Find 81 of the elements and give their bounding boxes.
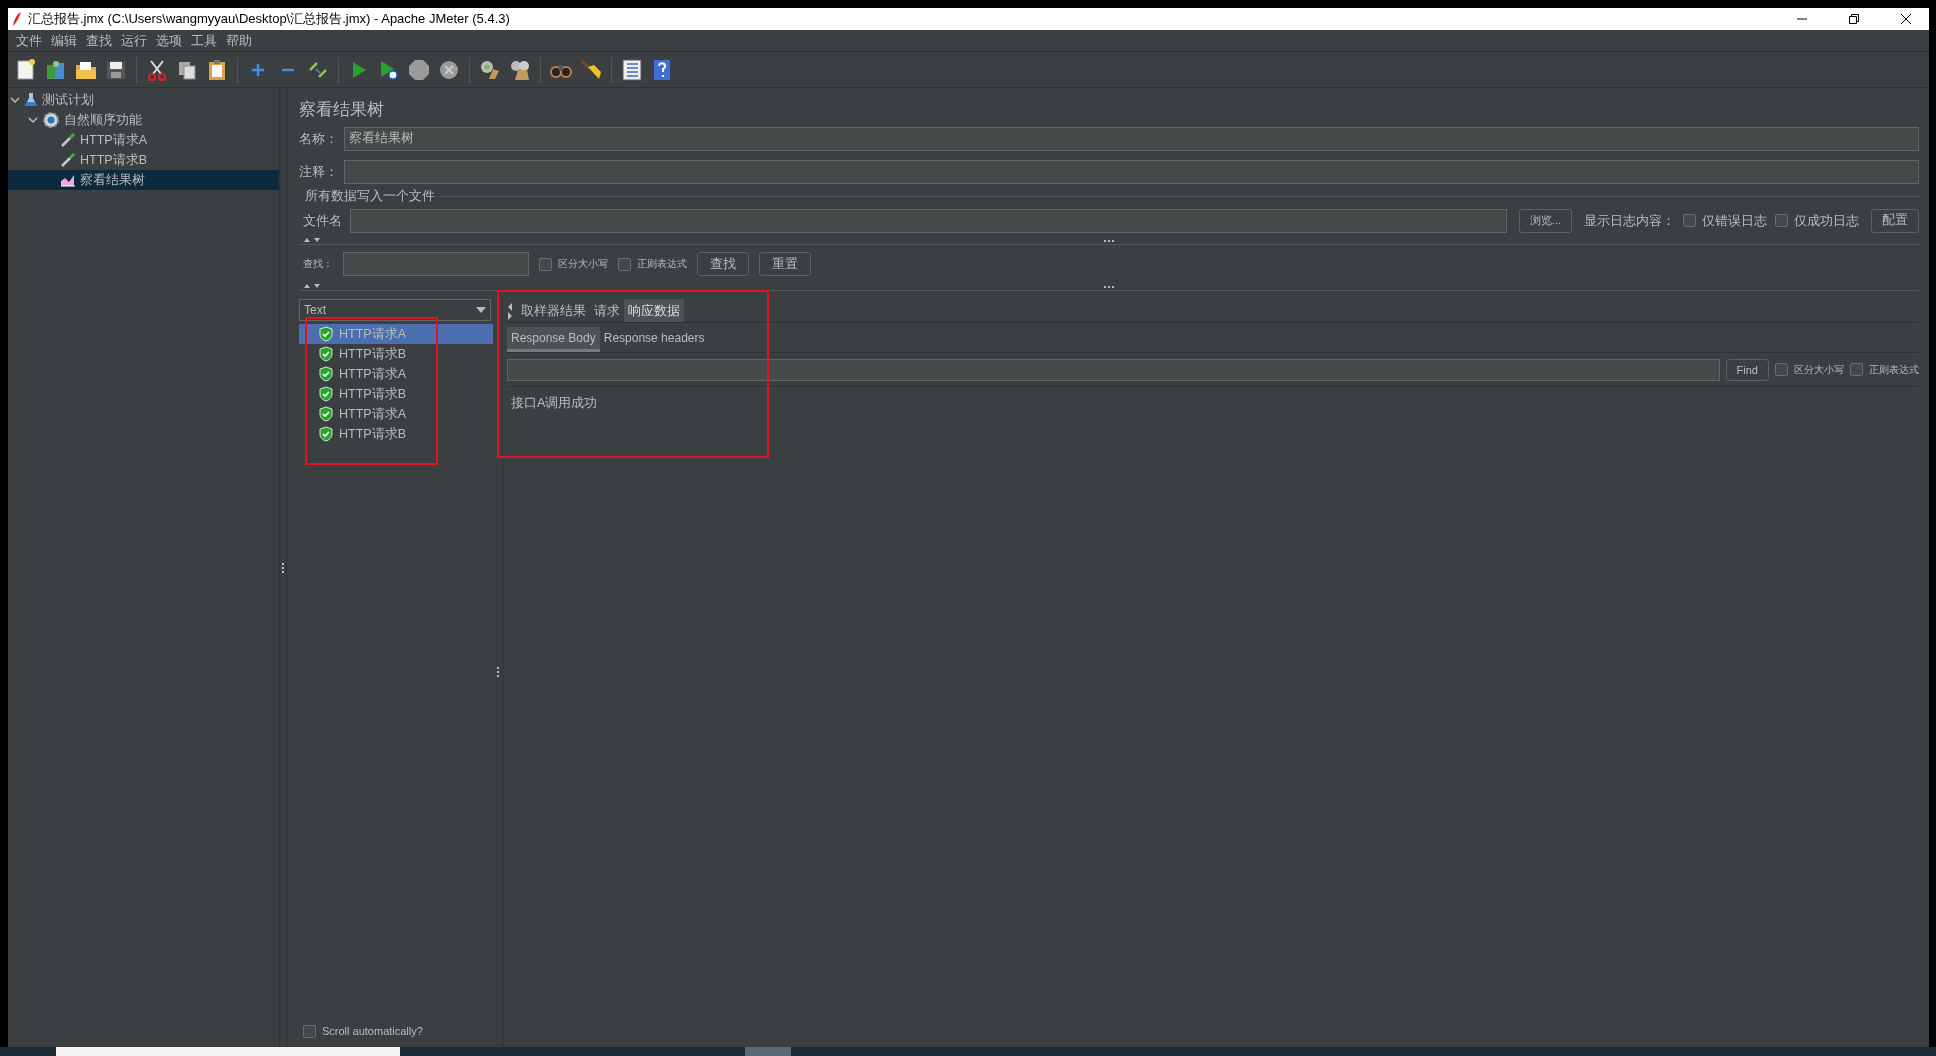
tab[interactable]: 响应数据 <box>624 299 684 322</box>
result-item[interactable]: HTTP请求B <box>299 344 493 364</box>
tab[interactable]: Response Body <box>507 327 600 352</box>
renderer-dropdown[interactable]: Text <box>299 299 491 321</box>
browse-button[interactable]: 浏览... <box>1518 208 1572 233</box>
response-body-text: 接口A调用成功 <box>510 395 599 412</box>
flask-icon <box>24 92 38 108</box>
close-icon <box>1901 14 1911 24</box>
caret-icon <box>476 307 486 313</box>
field-label: 注释： <box>299 162 338 181</box>
checkbox[interactable] <box>1775 214 1788 227</box>
tree-item[interactable]: 察看结果树 <box>8 170 279 190</box>
pipette-icon <box>60 152 76 168</box>
checkbox[interactable] <box>1683 214 1696 227</box>
splitter-handle[interactable] <box>1104 285 1114 288</box>
menu-item[interactable]: 帮助 <box>222 31 256 50</box>
feather-icon <box>12 11 22 27</box>
shield-icon <box>319 386 333 402</box>
checkbox-label: Scroll automatically? <box>322 1025 423 1037</box>
collapse-arrows-icon <box>303 237 323 243</box>
menu-item[interactable]: 运行 <box>117 31 151 50</box>
gear-icon <box>42 111 60 129</box>
splitter-handle[interactable] <box>279 88 287 1047</box>
checkbox[interactable] <box>539 257 552 271</box>
checkbox-label: 正则表达式 <box>637 257 687 271</box>
dropdown-value: Text <box>304 303 326 317</box>
panel-title: 察看结果树 <box>299 98 385 121</box>
checkbox[interactable] <box>303 1024 316 1038</box>
splitter-handle[interactable] <box>1104 239 1114 242</box>
tab[interactable]: 取样器结果 <box>517 299 590 322</box>
result-item[interactable]: HTTP请求A <box>299 404 493 424</box>
shield-icon <box>319 346 333 362</box>
checkbox[interactable] <box>618 257 631 271</box>
group-title: 所有数据写入一个文件 <box>305 187 435 205</box>
checkbox-label: 区分大小写 <box>558 257 608 271</box>
find-button[interactable]: Find <box>1725 358 1769 381</box>
menu-item[interactable]: 选项 <box>152 31 186 50</box>
field-label: 名称： <box>299 129 338 148</box>
checkbox[interactable] <box>1850 363 1863 376</box>
shield-icon <box>319 406 333 422</box>
result-item[interactable]: HTTP请求B <box>299 424 493 444</box>
comment-field[interactable] <box>344 159 1919 184</box>
pipette-icon <box>60 132 76 148</box>
restore-icon <box>1849 14 1859 24</box>
field-label: 查找： <box>303 257 333 271</box>
filename-field[interactable] <box>350 208 1507 233</box>
menu-item[interactable]: 工具 <box>187 31 221 50</box>
new-document-icon[interactable] <box>14 56 38 83</box>
checkbox[interactable] <box>1775 363 1788 376</box>
collapse-arrows-icon <box>303 283 323 289</box>
tree-item[interactable]: HTTP请求A <box>8 130 279 150</box>
field-label: 文件名 <box>303 211 342 230</box>
tree-item[interactable]: 自然顺序功能 <box>8 110 279 130</box>
checkbox-label: 区分大小写 <box>1794 362 1844 377</box>
shield-icon <box>319 366 333 382</box>
checkbox-label: 仅错误日志 <box>1702 211 1767 230</box>
menu-item[interactable]: 查找 <box>82 31 116 50</box>
menu-item[interactable]: 编辑 <box>47 31 81 50</box>
chevron-icon <box>28 116 38 124</box>
list-icon[interactable] <box>620 56 644 83</box>
chart-icon <box>60 173 76 187</box>
checkbox-label: 正则表达式 <box>1869 362 1919 377</box>
log-label: 显示日志内容： <box>1584 211 1675 230</box>
search-button[interactable]: 重置 <box>759 252 811 276</box>
config-button[interactable]: 配置 <box>1871 208 1919 233</box>
checkbox-label: 仅成功日志 <box>1794 211 1859 230</box>
search-button[interactable]: 查找 <box>697 252 749 276</box>
shield-icon <box>319 426 333 442</box>
tab[interactable]: Response headers <box>599 327 709 352</box>
result-item[interactable]: HTTP请求A <box>299 364 493 384</box>
menu-item[interactable]: 文件 <box>12 31 46 50</box>
tree-item[interactable]: 测试计划 <box>8 90 279 110</box>
tree-item[interactable]: HTTP请求B <box>8 150 279 170</box>
chevron-icon <box>10 96 20 104</box>
result-item[interactable]: HTTP请求B <box>299 384 493 404</box>
shield-icon <box>319 326 333 342</box>
tab[interactable]: 请求 <box>590 299 624 322</box>
find-field[interactable] <box>507 358 1720 381</box>
name-field[interactable]: 察看结果树 <box>344 126 1919 151</box>
window-title: 汇总报告.jmx (C:\Users\wangmyyau\Desktop\汇总报告.jmx) - Apache JMeter (5.4.3) <box>28 10 511 28</box>
search-field[interactable] <box>343 252 529 276</box>
